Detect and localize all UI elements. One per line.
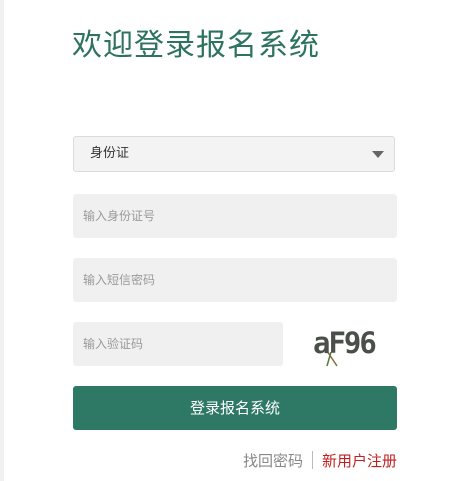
forgot-password-link[interactable]: 找回密码	[243, 452, 303, 470]
chevron-down-icon	[372, 151, 384, 158]
id-number-input[interactable]	[73, 194, 397, 238]
captcha-text: aF96	[313, 326, 375, 360]
id-type-select[interactable]: 身份证	[73, 136, 395, 172]
captcha-input[interactable]	[73, 322, 283, 366]
captcha-image[interactable]: aF96	[311, 322, 385, 368]
sms-code-field-wrapper	[73, 258, 397, 302]
id-number-field-wrapper	[73, 194, 397, 238]
page-title: 欢迎登录报名系统	[72, 28, 320, 63]
link-divider	[311, 451, 313, 469]
captcha-field-wrapper	[73, 322, 283, 366]
auth-links: 找回密码 新用户注册	[243, 450, 397, 472]
login-button[interactable]: 登录报名系统	[73, 386, 397, 430]
id-type-select-value: 身份证	[90, 146, 130, 161]
register-link[interactable]: 新用户注册	[322, 452, 397, 470]
sms-code-input[interactable]	[73, 258, 397, 302]
captcha-graphic: aF96	[313, 326, 377, 367]
page-left-edge	[0, 0, 4, 481]
